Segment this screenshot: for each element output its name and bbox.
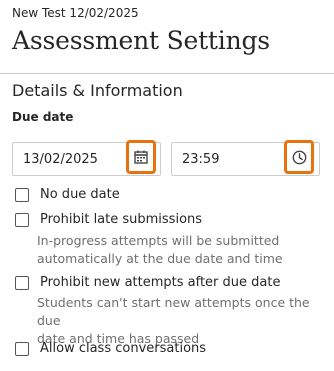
prohibit-new-attempts-checkbox[interactable] (15, 276, 29, 290)
prohibit-late-submissions-label: Prohibit late submissions (40, 212, 203, 227)
checkbox-row-class-conversations[interactable]: Allow class conversations (15, 341, 206, 356)
checkbox-row-prohibit-new[interactable]: Prohibit new attempts after due date (15, 275, 280, 290)
checkbox-row-prohibit-late[interactable]: Prohibit late submissions (15, 212, 202, 227)
clock-icon (292, 150, 306, 164)
date-picker-button[interactable] (126, 140, 156, 174)
allow-class-conversations-checkbox[interactable] (15, 342, 29, 356)
due-date-value: 13/02/2025 (23, 152, 98, 167)
header-divider (0, 73, 334, 74)
time-picker-button[interactable] (284, 140, 314, 174)
prohibit-late-submissions-checkbox[interactable] (15, 213, 29, 227)
due-time-value: 23:59 (182, 152, 220, 167)
calendar-icon (134, 150, 148, 164)
breadcrumb: New Test 12/02/2025 (12, 6, 139, 20)
due-time-input[interactable]: 23:59 (171, 140, 320, 176)
no-due-date-label: No due date (40, 187, 120, 202)
no-due-date-checkbox[interactable] (15, 188, 29, 202)
prohibit-new-attempts-label: Prohibit new attempts after due date (40, 275, 281, 290)
section-title: Details & Information (12, 81, 183, 100)
prohibit-new-helper: Students can't start new attempts once t… (37, 295, 310, 346)
due-date-input[interactable]: 13/02/2025 (12, 140, 161, 176)
checkbox-row-no-due-date[interactable]: No due date (15, 187, 120, 202)
page-title: Assessment Settings (12, 26, 270, 55)
due-date-label: Due date (12, 110, 74, 124)
prohibit-late-helper: In-progress attempts will be submitted a… (37, 233, 283, 266)
allow-class-conversations-label: Allow class conversations (40, 341, 207, 356)
